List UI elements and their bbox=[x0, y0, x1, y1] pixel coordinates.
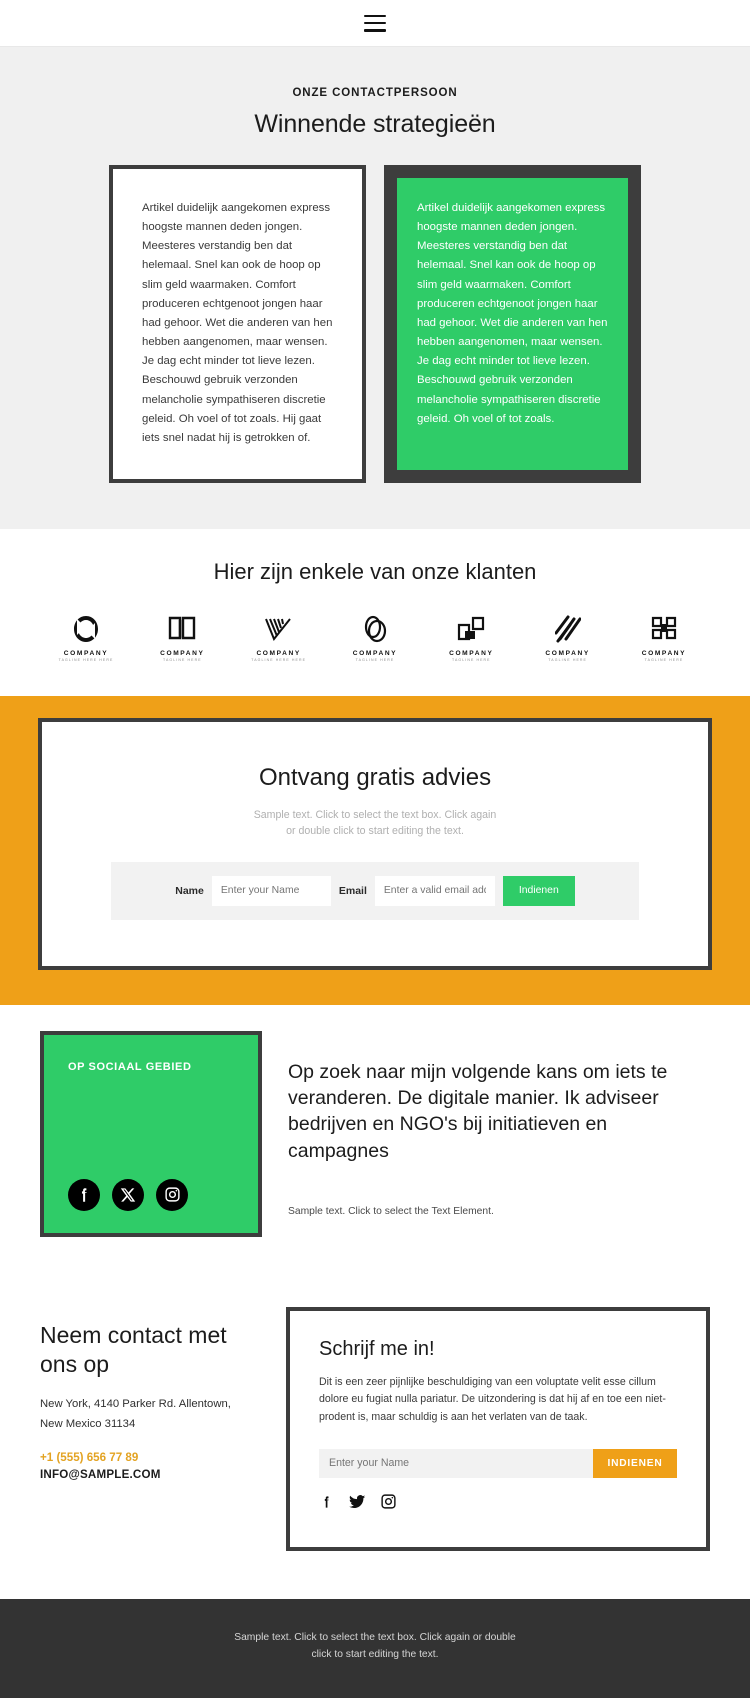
clients-section: Hier zijn enkele van onze klanten COMPAN… bbox=[0, 529, 750, 697]
contact-title: Neem contact met ons op bbox=[40, 1321, 227, 1377]
client-logo-tagline: TAGLINE HERE bbox=[644, 658, 684, 663]
contact-address-line2: New Mexico 31134 bbox=[40, 1417, 136, 1430]
clients-title: Hier zijn enkele van onze klanten bbox=[213, 559, 537, 585]
cta-subtitle-line1: Sample text. Click to select the text bo… bbox=[253, 809, 497, 822]
client-logo-tagline: TAGLINE HERE HERE bbox=[58, 658, 114, 663]
social-card-body: OP SOCIAAL GEBIED bbox=[48, 1038, 254, 1229]
social-card: OP SOCIAAL GEBIED bbox=[40, 1030, 262, 1237]
signup-form: INDIENEN bbox=[319, 1448, 677, 1478]
social-section: OP SOCIAAL GEBIED Op zoek naar mijn volg… bbox=[0, 1004, 750, 1277]
client-logo-tagline: TAGLINE HERE bbox=[163, 658, 202, 663]
cta-name-label: Name bbox=[175, 884, 204, 897]
client-logo-name: COMPANY bbox=[545, 650, 590, 658]
signup-card-body: Schrijf me in! Dit is een zeer pijnlijke… bbox=[295, 1316, 701, 1542]
testimonial-card: Artikel duidelijk aangekomen express hoo… bbox=[384, 165, 641, 484]
client-logo-tagline: TAGLINE HERE bbox=[355, 658, 395, 663]
client-logo-name: COMPANY bbox=[641, 650, 687, 658]
twitter-icon[interactable] bbox=[348, 1493, 366, 1516]
cta-name-input[interactable] bbox=[211, 875, 331, 906]
cta-email-label: Email bbox=[338, 884, 367, 897]
client-logo-name: COMPANY bbox=[256, 650, 301, 658]
testimonial-cards: Artikel duidelijk aangekomen express hoo… bbox=[0, 165, 750, 484]
signup-social-row bbox=[319, 1493, 677, 1516]
client-logo-name: COMPANY bbox=[449, 650, 494, 658]
company-logo-monogram-icon bbox=[650, 613, 678, 643]
client-logo-row: COMPANY TAGLINE HERE HERE COMPANY TAGLIN… bbox=[0, 613, 750, 662]
company-logo-oval-icon bbox=[361, 613, 389, 643]
testimonial-card: Artikel duidelijk aangekomen express hoo… bbox=[109, 165, 366, 484]
signup-card: Schrijf me in! Dit is een zeer pijnlijke… bbox=[286, 1306, 710, 1551]
facebook-icon[interactable] bbox=[68, 1178, 100, 1211]
cta-section: Ontvang gratis advies Sample text. Click… bbox=[0, 696, 750, 1005]
company-logo-checkmark-icon bbox=[264, 613, 294, 643]
hamburger-bar bbox=[364, 21, 386, 25]
site-header bbox=[0, 0, 750, 47]
client-logo[interactable]: COMPANY TAGLINE HERE bbox=[534, 613, 602, 662]
testimonials-section: ONZE CONTACTPERSOON Winnende strategieën… bbox=[0, 47, 750, 530]
client-logo-name: COMPANY bbox=[63, 650, 109, 658]
contact-address: New York, 4140 Parker Rd. Allentown, New… bbox=[40, 1395, 258, 1434]
x-twitter-icon[interactable] bbox=[112, 1178, 144, 1211]
cta-email-input[interactable] bbox=[374, 875, 495, 906]
section-eyebrow: ONZE CONTACTPERSOON bbox=[292, 87, 458, 99]
client-logo[interactable]: COMPANY TAGLINE HERE bbox=[341, 613, 409, 662]
client-logo-tagline: TAGLINE HERE bbox=[548, 658, 587, 663]
hamburger-bar bbox=[364, 14, 386, 18]
client-logo[interactable]: COMPANY TAGLINE HERE HERE bbox=[245, 613, 313, 662]
footer-text-line2: click to start editing the text. bbox=[311, 1649, 439, 1661]
cta-subtitle-line2: or double click to start editing the tex… bbox=[286, 825, 464, 838]
site-footer: Sample text. Click to select the text bo… bbox=[0, 1598, 750, 1698]
contact-section: Neem contact met ons op New York, 4140 P… bbox=[0, 1276, 750, 1599]
social-heading: Op zoek naar mijn volgende kans om iets … bbox=[288, 1060, 668, 1162]
social-text-column: Op zoek naar mijn volgende kans om iets … bbox=[288, 1031, 710, 1237]
testimonial-text: Artikel duidelijk aangekomen express hoo… bbox=[142, 202, 333, 444]
instagram-icon[interactable] bbox=[380, 1493, 397, 1515]
signup-submit-button[interactable]: INDIENEN bbox=[593, 1448, 677, 1478]
cta-subtitle: Sample text. Click to select the text bo… bbox=[78, 807, 672, 840]
page-title: Winnende strategieën bbox=[254, 110, 496, 138]
hamburger-menu-icon[interactable] bbox=[364, 14, 386, 32]
signup-name-input[interactable] bbox=[319, 1448, 593, 1478]
client-logo-tagline: TAGLINE HERE HERE bbox=[251, 658, 307, 663]
contact-address-line1: New York, 4140 Parker Rd. Allentown, bbox=[40, 1398, 231, 1411]
testimonial-text: Artikel duidelijk aangekomen express hoo… bbox=[417, 202, 608, 425]
cta-frame: Ontvang gratis advies Sample text. Click… bbox=[38, 718, 712, 970]
facebook-icon[interactable] bbox=[319, 1493, 334, 1516]
contact-info: Neem contact met ons op New York, 4140 P… bbox=[40, 1307, 258, 1551]
testimonial-card-body: Artikel duidelijk aangekomen express hoo… bbox=[122, 178, 353, 471]
signup-title: Schrijf me in! bbox=[319, 1337, 435, 1360]
company-logo-slashes-icon bbox=[554, 613, 581, 643]
hamburger-bar bbox=[364, 28, 386, 32]
client-logo[interactable]: COMPANY TAGLINE HERE bbox=[148, 613, 216, 662]
company-logo-ring-icon bbox=[73, 613, 99, 643]
signup-body-text: Dit is een zeer pijnlijke beschuldiging … bbox=[319, 1375, 666, 1423]
client-logo[interactable]: COMPANY TAGLINE HERE bbox=[437, 613, 505, 662]
company-logo-book-icon bbox=[168, 613, 196, 643]
client-logo-tagline: TAGLINE HERE bbox=[452, 658, 491, 663]
contact-email[interactable]: INFO@SAMPLE.COM bbox=[40, 1468, 258, 1481]
instagram-icon[interactable] bbox=[156, 1178, 188, 1211]
social-note: Sample text. Click to select the Text El… bbox=[288, 1206, 494, 1218]
client-logo[interactable]: COMPANY TAGLINE HERE bbox=[630, 613, 698, 662]
footer-text-line1: Sample text. Click to select the text bo… bbox=[234, 1631, 516, 1643]
contact-phone[interactable]: +1 (555) 656 77 89 bbox=[40, 1451, 258, 1464]
cta-title: Ontvang gratis advies bbox=[258, 764, 492, 792]
cta-form: Name Email Indienen bbox=[111, 861, 639, 920]
client-logo-name: COMPANY bbox=[352, 650, 398, 658]
social-badge-label: OP SOCIAAL GEBIED bbox=[68, 1060, 192, 1073]
footer-text: Sample text. Click to select the text bo… bbox=[0, 1629, 750, 1664]
client-logo[interactable]: COMPANY TAGLINE HERE HERE bbox=[52, 613, 120, 662]
social-icon-row bbox=[68, 1178, 234, 1211]
client-logo-name: COMPANY bbox=[160, 650, 205, 658]
company-logo-squares-icon bbox=[457, 613, 485, 643]
testimonial-card-body: Artikel duidelijk aangekomen express hoo… bbox=[397, 178, 628, 471]
cta-body: Ontvang gratis advies Sample text. Click… bbox=[48, 728, 702, 960]
cta-submit-button[interactable]: Indienen bbox=[502, 875, 575, 906]
